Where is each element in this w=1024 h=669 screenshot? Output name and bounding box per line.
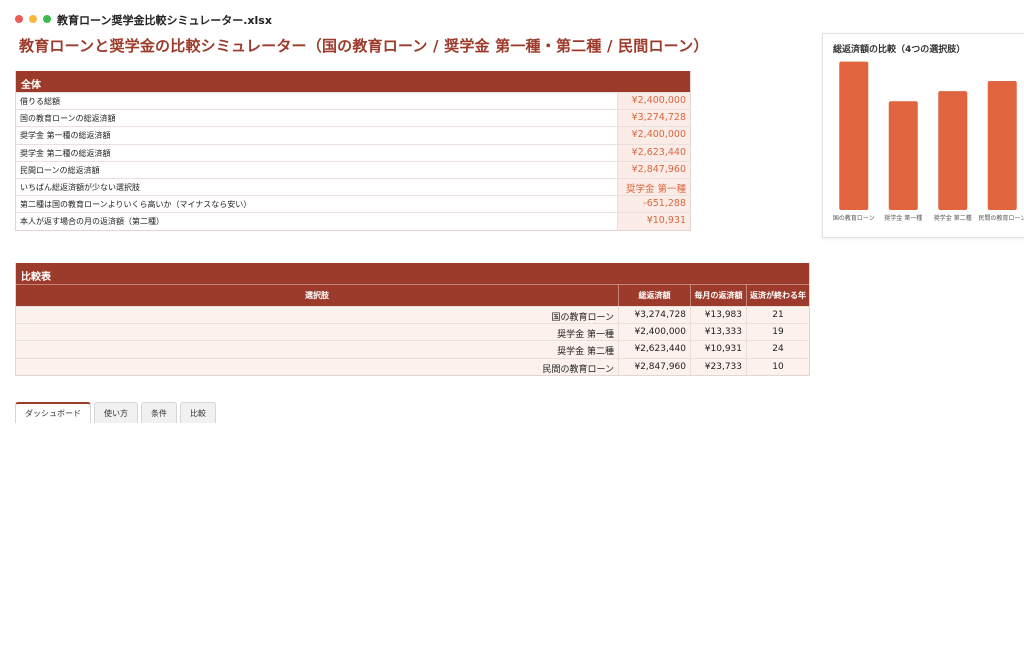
comparison-cell-total[interactable]: ¥2,400,000 bbox=[618, 324, 690, 341]
chart-bar[interactable] bbox=[938, 91, 968, 210]
chart-category-label: 奨学金 第二種 bbox=[934, 214, 972, 222]
summary-row[interactable]: 国の教育ローンの総返済額 ¥3,274,728 bbox=[16, 109, 690, 127]
comparison-row[interactable]: 国の教育ローン ¥3,274,728 ¥13,983 21 bbox=[16, 306, 809, 324]
comparison-cell-total[interactable]: ¥2,847,960 bbox=[618, 358, 690, 375]
comparison-column-headers: 選択肢 総返済額 毎月の返済額 返済が終わる年 bbox=[16, 284, 809, 306]
summary-row-value[interactable]: ¥2,623,440 bbox=[617, 144, 690, 161]
comparison-row[interactable]: 奨学金 第二種 ¥2,623,440 ¥10,931 24 bbox=[16, 340, 809, 358]
comparison-cell-option[interactable]: 奨学金 第二種 bbox=[16, 341, 618, 357]
summary-row-label[interactable]: いちばん総返済額が少ない選択肢 bbox=[16, 179, 617, 195]
summary-row[interactable]: 第二種は国の教育ローンよりいくら高いか（マイナスなら安い） -651,288 bbox=[16, 195, 690, 213]
sheet-tab[interactable]: 比較 bbox=[180, 402, 216, 423]
summary-row[interactable]: 奨学金 第二種の総返済額 ¥2,623,440 bbox=[16, 143, 690, 161]
column-header-option[interactable]: 選択肢 bbox=[16, 285, 618, 306]
comparison-cell-option[interactable]: 奨学金 第一種 bbox=[16, 324, 618, 340]
summary-table: 全体 借りる総額 ¥2,400,000 国の教育ローンの総返済額 ¥3,274,728… bbox=[15, 71, 691, 231]
chart-bar[interactable] bbox=[839, 61, 869, 210]
comparison-row[interactable]: 民間の教育ローン ¥2,847,960 ¥23,733 10 bbox=[16, 357, 809, 375]
summary-row-value[interactable]: 奨学金 第一種 bbox=[617, 178, 690, 196]
comparison-cell-years[interactable]: 24 bbox=[746, 341, 809, 358]
summary-row-value[interactable]: ¥10,931 bbox=[617, 213, 690, 230]
summary-row-label[interactable]: 民間ローンの総返済額 bbox=[16, 162, 617, 178]
comparison-cell-monthly[interactable]: ¥10,931 bbox=[690, 341, 746, 358]
summary-row[interactable]: 民間ローンの総返済額 ¥2,847,960 bbox=[16, 160, 690, 178]
chart-category-label: 国の教育ローン bbox=[833, 214, 875, 222]
chart-bar[interactable] bbox=[987, 81, 1017, 210]
sheet-title: 教育ローンと奨学金の比較シミュレーター（国の教育ローン / 奨学金 第一種・第二… bbox=[19, 37, 709, 55]
summary-row-label[interactable]: 奨学金 第二種の総返済額 bbox=[16, 145, 617, 161]
summary-row[interactable]: いちばん総返済額が少ない選択肢 奨学金 第一種 bbox=[16, 177, 690, 196]
comparison-header: 比較表 bbox=[16, 263, 809, 284]
sheet-tabs: ダッシュボード 使い方 条件 比較 bbox=[15, 402, 216, 423]
comparison-cell-monthly[interactable]: ¥23,733 bbox=[690, 358, 746, 375]
window-titlebar: 教育ローン奨学金比較シミュレーター.xlsx bbox=[0, 0, 1024, 36]
summary-row-label[interactable]: 奨学金 第一種の総返済額 bbox=[16, 127, 617, 143]
summary-row-value[interactable]: ¥2,847,960 bbox=[617, 161, 690, 178]
chart-category-label: 民間の教育ローン bbox=[978, 214, 1024, 222]
sheet-tab[interactable]: 条件 bbox=[141, 402, 177, 423]
comparison-cell-years[interactable]: 21 bbox=[746, 307, 809, 324]
comparison-cell-monthly[interactable]: ¥13,983 bbox=[690, 307, 746, 324]
comparison-cell-total[interactable]: ¥3,274,728 bbox=[618, 307, 690, 324]
summary-row[interactable]: 奨学金 第一種の総返済額 ¥2,400,000 bbox=[16, 126, 690, 144]
summary-row-label[interactable]: 本人が返す場合の月の返済額（第二種） bbox=[16, 213, 617, 229]
comparison-cell-total[interactable]: ¥2,623,440 bbox=[618, 341, 690, 358]
sheet-tab[interactable]: 使い方 bbox=[94, 402, 138, 423]
summary-row-label[interactable]: 借りる総額 bbox=[16, 93, 617, 109]
comparison-cell-years[interactable]: 10 bbox=[746, 358, 809, 375]
comparison-row[interactable]: 奨学金 第一種 ¥2,400,000 ¥13,333 19 bbox=[16, 323, 809, 341]
comparison-cell-monthly[interactable]: ¥13,333 bbox=[690, 324, 746, 341]
column-header-total[interactable]: 総返済額 bbox=[618, 285, 690, 306]
minimize-window-button[interactable] bbox=[29, 15, 37, 23]
comparison-cell-option[interactable]: 国の教育ローン bbox=[16, 307, 618, 323]
total-repayment-bar-chart: 国の教育ローン 奨学金 第一種 奨学金 第二種 民間の教育ローン bbox=[833, 61, 1024, 222]
chart-category-label: 奨学金 第一種 bbox=[884, 214, 922, 222]
column-header-monthly[interactable]: 毎月の返済額 bbox=[690, 285, 746, 306]
comparison-table: 比較表 選択肢 総返済額 毎月の返済額 返済が終わる年 国の教育ローン ¥3,27… bbox=[15, 263, 810, 376]
summary-row-label[interactable]: 第二種は国の教育ローンよりいくら高いか（マイナスなら安い） bbox=[16, 196, 617, 212]
column-header-years[interactable]: 返済が終わる年 bbox=[746, 285, 809, 306]
summary-row-value[interactable]: -651,288 bbox=[617, 196, 690, 213]
chart-bar[interactable] bbox=[888, 101, 918, 210]
chart-card[interactable]: 総返済額の比較（4つの選択肢） 国の教育ローン 奨学金 第一種 奨学金 第二種 民間の… bbox=[822, 33, 1024, 238]
window-filename: 教育ローン奨学金比較シミュレーター.xlsx bbox=[57, 14, 272, 27]
summary-row-label[interactable]: 国の教育ローンの総返済額 bbox=[16, 110, 617, 126]
summary-row-value[interactable]: ¥2,400,000 bbox=[617, 93, 690, 110]
summary-row-value[interactable]: ¥2,400,000 bbox=[617, 127, 690, 144]
summary-header: 全体 bbox=[16, 71, 690, 92]
summary-row[interactable]: 借りる総額 ¥2,400,000 bbox=[16, 92, 690, 110]
comparison-cell-years[interactable]: 19 bbox=[746, 324, 809, 341]
maximize-window-button[interactable] bbox=[43, 15, 51, 23]
close-window-button[interactable] bbox=[15, 15, 23, 23]
sheet-tab[interactable]: ダッシュボード bbox=[15, 402, 91, 423]
summary-row[interactable]: 本人が返す場合の月の返済額（第二種） ¥10,931 bbox=[16, 212, 690, 230]
summary-row-value[interactable]: ¥3,274,728 bbox=[617, 110, 690, 127]
comparison-cell-option[interactable]: 民間の教育ローン bbox=[16, 359, 618, 375]
